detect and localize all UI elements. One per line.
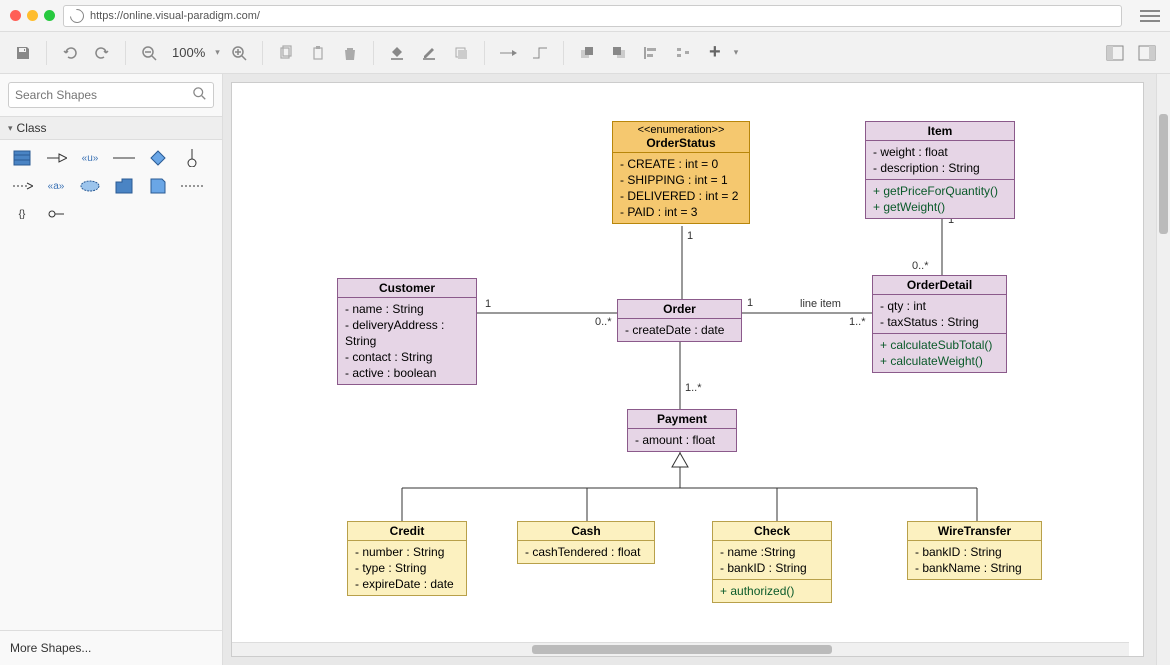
shadow-button[interactable]	[448, 40, 474, 66]
class-orderdetail[interactable]: OrderDetail - qty : int - taxStatus : St…	[872, 275, 1007, 373]
credit-attrs: - number : String - type : String - expi…	[348, 541, 466, 595]
palette-association[interactable]	[110, 148, 138, 168]
delete-button[interactable]	[337, 40, 363, 66]
palette-interface[interactable]	[178, 148, 206, 168]
canvas-area: 1 0..* 1 1 1..* line item 1 0..* 1..* Cu…	[223, 74, 1170, 665]
class-orderstatus[interactable]: <<enumeration>>OrderStatus - CREATE : in…	[612, 121, 750, 224]
check-attrs: - name :String - bankID : String	[713, 541, 831, 580]
fill-color-button[interactable]	[384, 40, 410, 66]
item-attrs: - weight : float - description : String	[866, 141, 1014, 180]
class-order[interactable]: Order - createDate : date	[617, 299, 742, 342]
redo-button[interactable]	[89, 40, 115, 66]
save-button[interactable]	[10, 40, 36, 66]
palette-class-shape[interactable]	[8, 148, 36, 168]
class-item[interactable]: Item - weight : float - description : St…	[865, 121, 1015, 219]
zoom-dropdown-icon[interactable]: ▾	[215, 47, 220, 58]
horizontal-scrollbar[interactable]	[232, 642, 1129, 656]
class-customer[interactable]: Customer - name : String - deliveryAddre…	[337, 278, 477, 385]
search-input[interactable]	[15, 88, 193, 102]
waypoint-button[interactable]	[527, 40, 553, 66]
add-button[interactable]: +	[702, 40, 728, 66]
window-controls	[10, 10, 55, 21]
mult-cust-left: 1	[485, 298, 491, 310]
palette-note[interactable]	[144, 176, 172, 196]
cash-attrs: - cashTendered : float	[518, 541, 654, 563]
line-color-button[interactable]	[416, 40, 442, 66]
mult-item-bottom: 0..*	[912, 260, 929, 272]
class-credit[interactable]: Credit - number : String - type : String…	[347, 521, 467, 596]
minimize-window[interactable]	[27, 10, 38, 21]
mult-cust-right: 0..*	[595, 316, 612, 328]
order-attrs: - createDate : date	[618, 319, 741, 341]
add-dropdown-icon[interactable]: ▾	[734, 47, 739, 58]
maximize-window[interactable]	[44, 10, 55, 21]
wiretransfer-attrs: - bankID : String - bankName : String	[908, 541, 1041, 579]
reload-icon[interactable]	[67, 6, 87, 26]
distribute-button[interactable]	[670, 40, 696, 66]
class-wiretransfer[interactable]: WireTransfer - bankID : String - bankNam…	[907, 521, 1042, 580]
browser-titlebar: https://online.visual-paradigm.com/	[0, 0, 1170, 32]
mult-detail-left: 1	[747, 297, 753, 309]
more-shapes-link[interactable]: More Shapes...	[0, 630, 222, 665]
shape-palette: «u» «a» {}	[0, 140, 222, 232]
diagram-canvas[interactable]: 1 0..* 1 1 1..* line item 1 0..* 1..* Cu…	[231, 82, 1144, 657]
category-class[interactable]: Class	[0, 116, 222, 140]
copy-button[interactable]	[273, 40, 299, 66]
url-bar[interactable]: https://online.visual-paradigm.com/	[63, 5, 1122, 27]
format-panel-toggle-button[interactable]	[1134, 40, 1160, 66]
align-button[interactable]	[638, 40, 664, 66]
zoom-level[interactable]: 100%	[168, 45, 209, 60]
palette-package[interactable]	[110, 176, 138, 196]
class-check[interactable]: Check - name :String - bankID : String +…	[712, 521, 832, 603]
payment-attrs: - amount : float	[628, 429, 736, 451]
class-cash[interactable]: Cash - cashTendered : float	[517, 521, 655, 564]
palette-aggregation[interactable]	[144, 148, 172, 168]
mult-detail-right: 1..*	[849, 316, 866, 328]
connector-type-button[interactable]	[495, 40, 521, 66]
search-shapes[interactable]	[8, 82, 214, 108]
palette-usage[interactable]: «u»	[76, 148, 104, 168]
palette-generalization[interactable]	[42, 148, 70, 168]
check-ops: + authorized()	[713, 580, 831, 602]
item-ops: + getPriceForQuantity() + getWeight()	[866, 180, 1014, 218]
vertical-scrollbar[interactable]	[1156, 74, 1170, 665]
palette-collaboration[interactable]	[76, 176, 104, 196]
palette-abstraction[interactable]: «a»	[42, 176, 70, 196]
class-payment[interactable]: Payment - amount : float	[627, 409, 737, 452]
assoc-label-lineitem: line item	[800, 298, 841, 310]
outline-toggle-button[interactable]	[1102, 40, 1128, 66]
orderdetail-ops: + calculateSubTotal() + calculateWeight(…	[873, 334, 1006, 372]
shapes-sidebar: Class «u» «a» {} More Shapes...	[0, 74, 223, 665]
to-back-button[interactable]	[606, 40, 632, 66]
paste-button[interactable]	[305, 40, 331, 66]
zoom-in-button[interactable]	[226, 40, 252, 66]
zoom-out-button[interactable]	[136, 40, 162, 66]
main-toolbar: 100% ▾ + ▾	[0, 32, 1170, 74]
orderstatus-attrs: - CREATE : int = 0 - SHIPPING : int = 1 …	[613, 153, 749, 223]
mult-payment: 1..*	[685, 382, 702, 394]
customer-attrs: - name : String - deliveryAddress : Stri…	[338, 298, 476, 384]
palette-dependency[interactable]	[8, 176, 36, 196]
palette-constraint[interactable]: {}	[8, 204, 36, 224]
to-front-button[interactable]	[574, 40, 600, 66]
close-window[interactable]	[10, 10, 21, 21]
search-icon[interactable]	[193, 87, 207, 104]
url-text: https://online.visual-paradigm.com/	[90, 10, 260, 22]
menu-icon[interactable]	[1140, 10, 1160, 22]
orderdetail-attrs: - qty : int - taxStatus : String	[873, 295, 1006, 334]
palette-anchor[interactable]	[178, 176, 206, 196]
undo-button[interactable]	[57, 40, 83, 66]
palette-realization[interactable]	[42, 204, 70, 224]
mult-status-top: 1	[687, 230, 693, 242]
